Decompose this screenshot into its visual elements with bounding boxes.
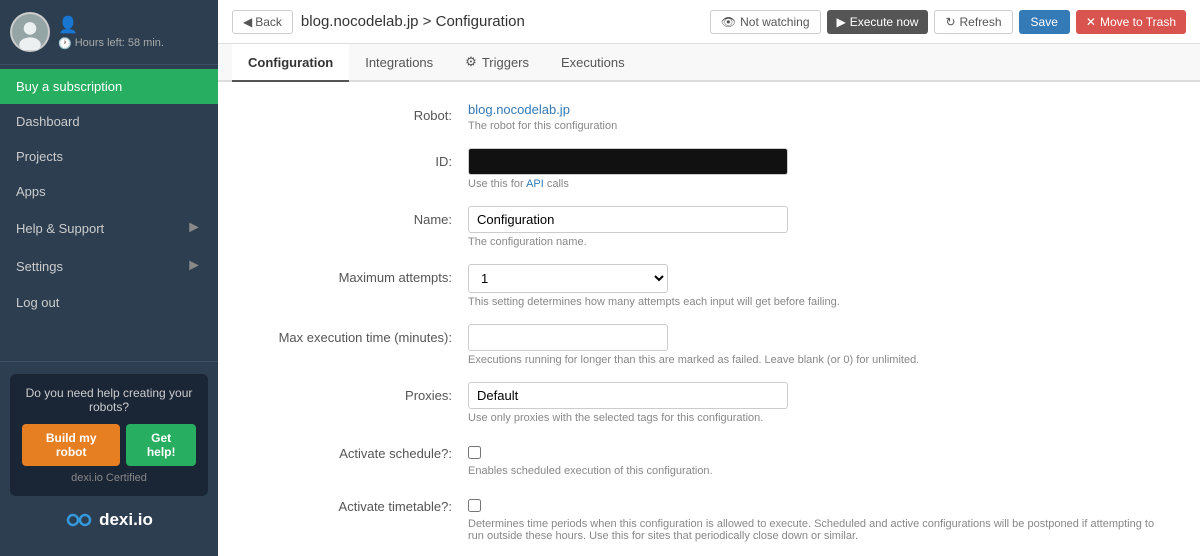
- play-icon: ▶: [837, 15, 846, 29]
- max-exec-row: Max execution time (minutes): Executions…: [248, 324, 1170, 366]
- robot-label: Robot:: [248, 102, 468, 123]
- help-question: Do you need help creating your robots?: [22, 386, 196, 414]
- sidebar-item-buy-subscription[interactable]: Buy a subscription: [0, 69, 218, 104]
- topbar-right: 👁 Not watching ▶ Execute now ↻ Refresh S…: [710, 10, 1186, 34]
- sidebar-top: 👤 🕐 Hours left: 58 min.: [0, 0, 218, 65]
- execute-button[interactable]: ▶ Execute now: [827, 10, 929, 34]
- gear-icon: ⚙: [465, 54, 477, 70]
- activate-schedule-checkbox[interactable]: [468, 446, 481, 459]
- id-row: ID: Use this for API calls: [248, 148, 1170, 190]
- proxies-hint: Use only proxies with the selected tags …: [468, 412, 1170, 424]
- robot-hint: The robot for this configuration: [468, 120, 1170, 132]
- proxies-field: Use only proxies with the selected tags …: [468, 382, 1170, 424]
- sidebar-bottom: Do you need help creating your robots? B…: [0, 361, 218, 556]
- activate-schedule-row: Activate schedule?: Enables scheduled ex…: [248, 440, 1170, 477]
- get-help-button[interactable]: Get help!: [126, 424, 196, 466]
- id-label: ID:: [248, 148, 468, 169]
- move-to-trash-button[interactable]: ✕ Move to Trash: [1076, 10, 1186, 34]
- tabs: Configuration Integrations ⚙ Triggers Ex…: [218, 44, 1200, 82]
- activate-timetable-field: Determines time periods when this config…: [468, 493, 1170, 542]
- certified-label: dexi.io Certified: [22, 472, 196, 484]
- tab-triggers[interactable]: ⚙ Triggers: [449, 44, 545, 82]
- dexi-logo: dexi.io: [10, 496, 208, 544]
- form-content: Robot: blog.nocodelab.jp The robot for t…: [218, 82, 1200, 556]
- activate-timetable-hint: Determines time periods when this config…: [468, 518, 1170, 542]
- robot-row: Robot: blog.nocodelab.jp The robot for t…: [248, 102, 1170, 132]
- back-button[interactable]: ◀ Back: [232, 10, 293, 34]
- main-content: ◀ Back blog.nocodelab.jp > Configuration…: [218, 0, 1200, 556]
- user-icon: 👤: [58, 15, 78, 35]
- chevron-left-icon: ◀: [243, 15, 252, 29]
- proxies-input[interactable]: [468, 382, 788, 409]
- refresh-button[interactable]: ↻ Refresh: [934, 10, 1012, 34]
- activate-schedule-field: Enables scheduled execution of this conf…: [468, 440, 1170, 477]
- name-field: The configuration name.: [468, 206, 1170, 248]
- user-info: 👤 🕐 Hours left: 58 min.: [58, 15, 164, 50]
- activate-schedule-hint: Enables scheduled execution of this conf…: [468, 465, 1170, 477]
- eye-icon: 👁: [721, 15, 736, 29]
- sidebar-nav: Buy a subscription Dashboard Projects Ap…: [0, 65, 218, 361]
- sidebar-item-apps[interactable]: Apps: [0, 174, 218, 209]
- max-attempts-field: 1 2 3 5 This setting determines how many…: [468, 264, 1170, 308]
- id-hint: Use this for API calls: [468, 178, 1170, 190]
- tab-configuration[interactable]: Configuration: [232, 44, 349, 82]
- name-hint: The configuration name.: [468, 236, 1170, 248]
- activate-timetable-checkbox[interactable]: [468, 499, 481, 512]
- sidebar-item-help-support[interactable]: Help & Support ►: [0, 209, 218, 247]
- breadcrumb: blog.nocodelab.jp > Configuration: [301, 13, 525, 30]
- id-field: Use this for API calls: [468, 148, 1170, 190]
- robot-field: blog.nocodelab.jp The robot for this con…: [468, 102, 1170, 132]
- activate-schedule-label: Activate schedule?:: [248, 440, 468, 461]
- robot-link[interactable]: blog.nocodelab.jp: [468, 102, 570, 117]
- chevron-right-icon: ►: [186, 257, 202, 275]
- sidebar-item-logout[interactable]: Log out: [0, 285, 218, 320]
- hours-left: 🕐 Hours left: 58 min.: [58, 37, 164, 50]
- sidebar-item-projects[interactable]: Projects: [0, 139, 218, 174]
- proxies-label: Proxies:: [248, 382, 468, 403]
- name-row: Name: The configuration name.: [248, 206, 1170, 248]
- max-attempts-select[interactable]: 1 2 3 5: [468, 264, 668, 293]
- id-input[interactable]: [468, 148, 788, 175]
- max-exec-input[interactable]: [468, 324, 668, 351]
- clock-icon: 🕐: [58, 37, 72, 50]
- activate-timetable-row: Activate timetable?: Determines time per…: [248, 493, 1170, 542]
- topbar-left: ◀ Back blog.nocodelab.jp > Configuration: [232, 10, 525, 34]
- sidebar-item-settings[interactable]: Settings ►: [0, 247, 218, 285]
- max-attempts-hint: This setting determines how many attempt…: [468, 296, 1170, 308]
- help-box: Do you need help creating your robots? B…: [10, 374, 208, 496]
- api-link[interactable]: API: [526, 178, 544, 190]
- max-exec-label: Max execution time (minutes):: [248, 324, 468, 345]
- tab-executions[interactable]: Executions: [545, 44, 641, 82]
- sidebar: 👤 🕐 Hours left: 58 min. Buy a subscripti…: [0, 0, 218, 556]
- name-label: Name:: [248, 206, 468, 227]
- refresh-icon: ↻: [945, 15, 955, 29]
- user-icon-row: 👤: [58, 15, 164, 35]
- topbar: ◀ Back blog.nocodelab.jp > Configuration…: [218, 0, 1200, 44]
- chevron-right-icon: ►: [186, 219, 202, 237]
- help-buttons: Build my robot Get help!: [22, 424, 196, 466]
- name-input[interactable]: [468, 206, 788, 233]
- sidebar-item-dashboard[interactable]: Dashboard: [0, 104, 218, 139]
- save-button[interactable]: Save: [1019, 10, 1070, 34]
- tab-integrations[interactable]: Integrations: [349, 44, 449, 82]
- max-attempts-row: Maximum attempts: 1 2 3 5 This setting d…: [248, 264, 1170, 308]
- not-watching-button[interactable]: 👁 Not watching: [710, 10, 821, 34]
- proxies-row: Proxies: Use only proxies with the selec…: [248, 382, 1170, 424]
- activate-timetable-label: Activate timetable?:: [248, 493, 468, 514]
- max-exec-field: Executions running for longer than this …: [468, 324, 1170, 366]
- avatar: [10, 12, 50, 52]
- max-attempts-label: Maximum attempts:: [248, 264, 468, 285]
- max-exec-hint: Executions running for longer than this …: [468, 354, 1170, 366]
- times-icon: ✕: [1086, 15, 1096, 29]
- build-robot-button[interactable]: Build my robot: [22, 424, 120, 466]
